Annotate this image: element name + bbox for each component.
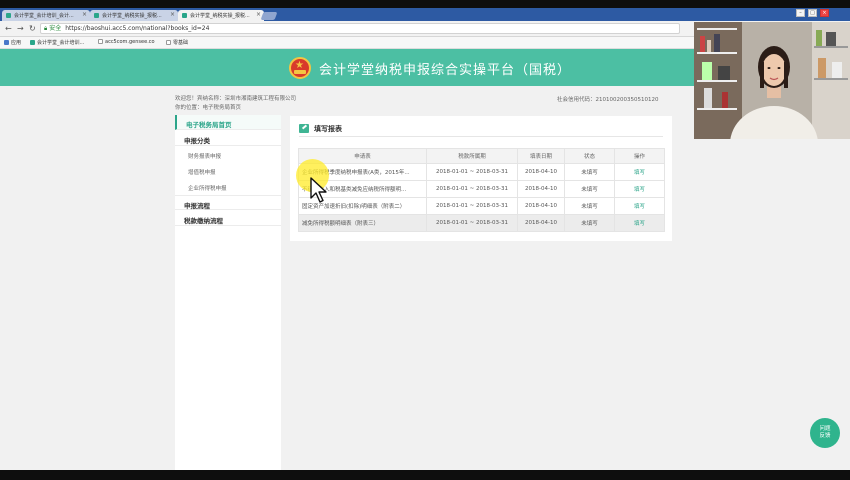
site-favicon-icon bbox=[30, 40, 35, 45]
national-emblem-icon: ★ bbox=[289, 57, 311, 79]
column-header: 状态 bbox=[564, 148, 615, 164]
browser-tab-1[interactable]: 会计学堂_会计培训_会计... × bbox=[2, 10, 90, 21]
minimize-window-button[interactable]: – bbox=[796, 9, 805, 17]
period-cell: 2018-01-01 ~ 2018-03-31 bbox=[426, 180, 518, 198]
browser-tab-2[interactable]: 会计学堂_纳税实操_报税... × bbox=[90, 10, 178, 21]
status-cell: 未填写 bbox=[564, 197, 615, 215]
bookmark-basic[interactable]: 零基础 bbox=[166, 39, 188, 46]
location-breadcrumb: 你的位置：电子税务局首页 bbox=[175, 105, 242, 111]
bookmark-gensee[interactable]: acc5com.gensee.co bbox=[98, 39, 155, 45]
apps-grid-icon bbox=[4, 40, 9, 45]
table-row: 企业所得税季度纳税申报表(A类，2015年... 2018-01-01 ~ 20… bbox=[298, 163, 665, 181]
period-cell: 2018-01-01 ~ 2018-03-31 bbox=[426, 197, 518, 215]
fill-in-link[interactable]: 填写 bbox=[634, 204, 645, 210]
welcome-info: 欢迎您！宾纳名称：深圳市湘南建筑工程有限公司 你的位置：电子税务局首页 bbox=[175, 95, 296, 113]
sidebar-section-payment-process[interactable]: 税款缴纳流程 bbox=[175, 211, 281, 226]
edit-form-icon bbox=[299, 124, 309, 133]
table-row: 固定资产加速折旧(扣除)明细表（附表二） 2018-01-01 ~ 2018-0… bbox=[298, 197, 665, 215]
status-cell: 未填写 bbox=[564, 180, 615, 198]
sidebar-item-home[interactable]: 电子税务局首页 bbox=[175, 115, 281, 130]
status-cell: 未填写 bbox=[564, 214, 615, 232]
page-icon bbox=[166, 40, 171, 45]
sidebar-item-corporate-income-tax[interactable]: 企业所得税申报 bbox=[175, 179, 281, 194]
bookmark-apps[interactable]: 应用 bbox=[4, 39, 21, 46]
column-header: 操作 bbox=[614, 148, 665, 164]
bottom-black-strip bbox=[0, 470, 850, 480]
sidebar-item-financial-report[interactable]: 财务报表申报 bbox=[175, 147, 281, 162]
status-cell: 未填写 bbox=[564, 163, 615, 181]
date-cell: 2018-04-10 bbox=[517, 197, 565, 215]
lock-icon: 🔒︎ bbox=[44, 25, 48, 32]
bookmark-acc5[interactable]: 会计学堂_会计培训... bbox=[30, 39, 84, 46]
tab-close-icon[interactable]: × bbox=[170, 11, 175, 18]
page-icon bbox=[98, 39, 103, 44]
tab-close-icon[interactable]: × bbox=[256, 11, 261, 18]
forward-arrow-icon[interactable]: → bbox=[17, 24, 24, 33]
url-text: https://baoshui.acc5.com/national?books_… bbox=[65, 25, 210, 32]
date-cell: 2018-04-10 bbox=[517, 214, 565, 232]
tab-favicon-icon bbox=[182, 13, 187, 18]
action-cell: 填写 bbox=[614, 214, 665, 232]
feedback-button[interactable]: 问题 反馈 bbox=[810, 418, 840, 448]
action-cell: 填写 bbox=[614, 163, 665, 181]
report-table: 申请表 税款所属期 填表日期 状态 操作 企业所得税季度纳税申报表(A类，201… bbox=[298, 148, 665, 232]
mouse-pointer-icon bbox=[310, 177, 327, 203]
panel-header: 填写报表 bbox=[299, 123, 663, 137]
table-row: 不征税收入和税基类减免应纳税所得额明... 2018-01-01 ~ 2018-… bbox=[298, 180, 665, 198]
reload-icon[interactable]: ↻ bbox=[29, 24, 36, 33]
fill-in-link[interactable]: 填写 bbox=[634, 170, 645, 176]
tab-favicon-icon bbox=[6, 13, 11, 18]
form-name-cell[interactable]: 减免所得税额明细表（附表三） bbox=[298, 214, 427, 232]
date-cell: 2018-04-10 bbox=[517, 180, 565, 198]
maximize-window-button[interactable]: □ bbox=[808, 9, 817, 17]
tab-close-icon[interactable]: × bbox=[82, 11, 87, 18]
column-header: 填表日期 bbox=[517, 148, 565, 164]
tax-code-text: 社会信用代码：210100200350510120 bbox=[557, 97, 659, 103]
column-header: 税款所属期 bbox=[426, 148, 518, 164]
secure-label: 安全 bbox=[49, 25, 62, 32]
sidebar-section-declare-process[interactable]: 申报流程 bbox=[175, 195, 281, 210]
action-cell: 填写 bbox=[614, 197, 665, 215]
url-input[interactable]: 🔒︎ 安全 https://baoshui.acc5.com/national?bo… bbox=[40, 23, 680, 34]
close-window-button[interactable]: × bbox=[820, 9, 829, 17]
main-panel: 填写报表 申请表 税款所属期 填表日期 状态 操作 企业所得税季度纳税申报表(A… bbox=[290, 116, 672, 241]
period-cell: 2018-01-01 ~ 2018-03-31 bbox=[426, 163, 518, 181]
date-cell: 2018-04-10 bbox=[517, 163, 565, 181]
action-cell: 填写 bbox=[614, 180, 665, 198]
fill-in-link[interactable]: 填写 bbox=[634, 187, 645, 193]
top-black-strip bbox=[0, 0, 850, 8]
back-arrow-icon[interactable]: ← bbox=[5, 24, 12, 33]
browser-tab-3-active[interactable]: 会计学堂_纳税实操_报税... × bbox=[178, 10, 264, 21]
company-name-text: 欢迎您！宾纳名称：深圳市湘南建筑工程有限公司 bbox=[175, 96, 297, 102]
sidebar-section-declare-category[interactable]: 申报分类 bbox=[175, 131, 281, 146]
browser-tab-bar: 会计学堂_会计培训_会计... × 会计学堂_纳税实操_报税... × 会计学堂… bbox=[0, 8, 850, 21]
sidebar-item-vat[interactable]: 增值税申报 bbox=[175, 163, 281, 178]
tab-favicon-icon bbox=[94, 13, 99, 18]
period-cell: 2018-01-01 ~ 2018-03-31 bbox=[426, 214, 518, 232]
new-tab-button[interactable] bbox=[260, 12, 278, 20]
table-row-hovered[interactable]: 减免所得税额明细表（附表三） 2018-01-01 ~ 2018-03-31 2… bbox=[298, 214, 665, 232]
fill-in-link[interactable]: 填写 bbox=[634, 221, 645, 227]
webcam-overlay bbox=[694, 22, 850, 139]
presenter-video-image bbox=[694, 22, 850, 139]
table-header-row: 申请表 税款所属期 填表日期 状态 操作 bbox=[298, 148, 665, 164]
panel-title: 填写报表 bbox=[314, 125, 342, 133]
site-title: 会计学堂纳税申报综合实操平台（国税） bbox=[319, 63, 572, 78]
sidebar: 电子税务局首页 申报分类 财务报表申报 增值税申报 企业所得税申报 申报流程 税… bbox=[175, 115, 281, 470]
